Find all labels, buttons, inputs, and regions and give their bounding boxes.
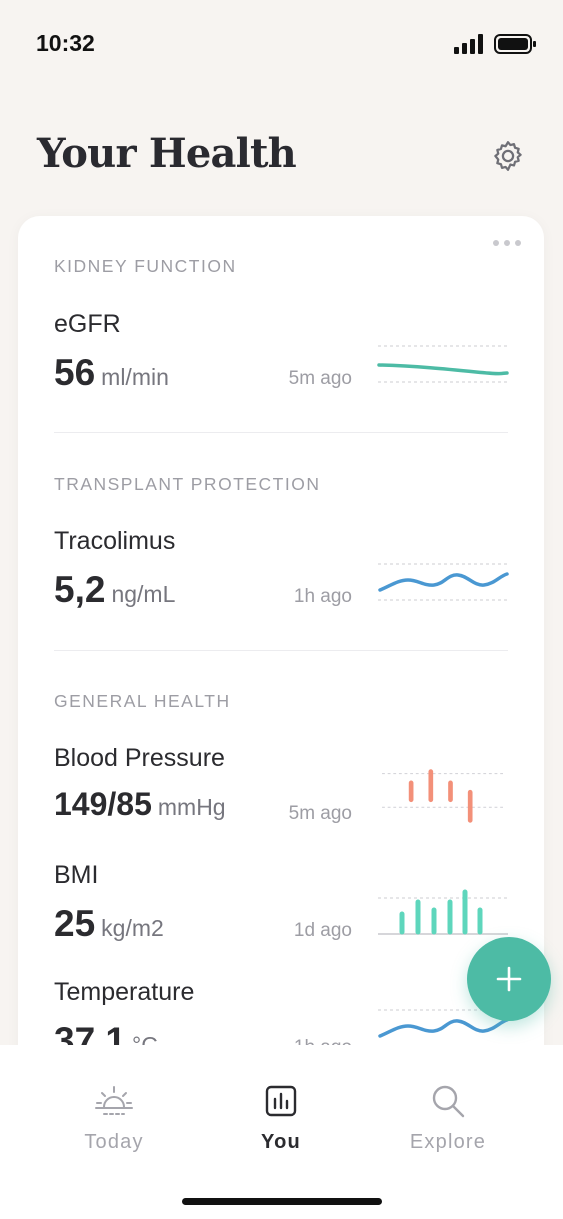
- metric-name: Tracolimus: [54, 527, 176, 555]
- metric-unit: kg/m2: [101, 915, 164, 941]
- sunrise-icon: [95, 1086, 133, 1115]
- blood-pressure-chart: [382, 769, 504, 823]
- tab-label: Explore: [409, 1131, 487, 1153]
- metric-unit: mmHg: [157, 794, 226, 820]
- tab-you[interactable]: You: [211, 1083, 351, 1154]
- section-label-kidney-function: KIDNEY FUNCTION: [54, 256, 237, 276]
- gear-icon[interactable]: [490, 138, 526, 174]
- metric-value: 5,2 ng/mL: [54, 569, 175, 611]
- status-bar: 10:32: [0, 0, 563, 90]
- tab-explore[interactable]: Explore: [378, 1083, 518, 1154]
- tab-today[interactable]: Today: [44, 1083, 184, 1154]
- add-button[interactable]: [467, 937, 551, 1021]
- metric-number: 56: [54, 352, 96, 393]
- home-indicator: [182, 1198, 382, 1205]
- divider: [54, 432, 508, 433]
- metric-unit: ml/min: [101, 364, 169, 390]
- metric-timestamp: 1h ago: [293, 586, 352, 607]
- metric-timestamp: 5m ago: [288, 803, 352, 824]
- tracolimus-sparkline: [378, 563, 509, 601]
- metric-number: 5,2: [54, 569, 106, 610]
- page-title: Your Health: [37, 130, 297, 177]
- section-label-transplant-protection: TRANSPLANT PROTECTION: [54, 474, 321, 494]
- metric-value: 149/85 mmHg: [54, 786, 226, 823]
- signal-icon: [454, 34, 483, 54]
- metric-timestamp: 1d ago: [293, 920, 352, 941]
- tab-label: Today: [84, 1131, 144, 1153]
- status-time: 10:32: [36, 30, 95, 56]
- section-label-general-health: GENERAL HEALTH: [54, 691, 231, 711]
- health-card: KIDNEY FUNCTION eGFR 56 ml/min 5m ago TRA…: [18, 216, 544, 1096]
- metric-name: Temperature: [54, 978, 195, 1006]
- metric-number: 25: [54, 903, 96, 944]
- battery-icon: [494, 34, 536, 54]
- bmi-chart: [378, 889, 508, 935]
- metric-name: Blood Pressure: [54, 744, 225, 772]
- metric-name: eGFR: [54, 310, 121, 338]
- tab-label: You: [261, 1131, 301, 1153]
- metric-timestamp: 5m ago: [288, 368, 352, 389]
- plus-icon: [496, 966, 522, 992]
- tab-bar: Today You Explore: [0, 1045, 563, 1219]
- metric-unit: ng/mL: [111, 581, 176, 607]
- search-icon: [432, 1085, 465, 1118]
- more-icon[interactable]: [492, 238, 522, 248]
- metric-name: BMI: [54, 861, 99, 889]
- chart-icon: [265, 1085, 297, 1117]
- egfr-sparkline: [377, 345, 509, 383]
- metric-value: 25 kg/m2: [54, 903, 164, 945]
- metric-value: 56 ml/min: [54, 352, 169, 394]
- divider: [54, 650, 508, 651]
- metric-number: 149/85: [54, 786, 152, 822]
